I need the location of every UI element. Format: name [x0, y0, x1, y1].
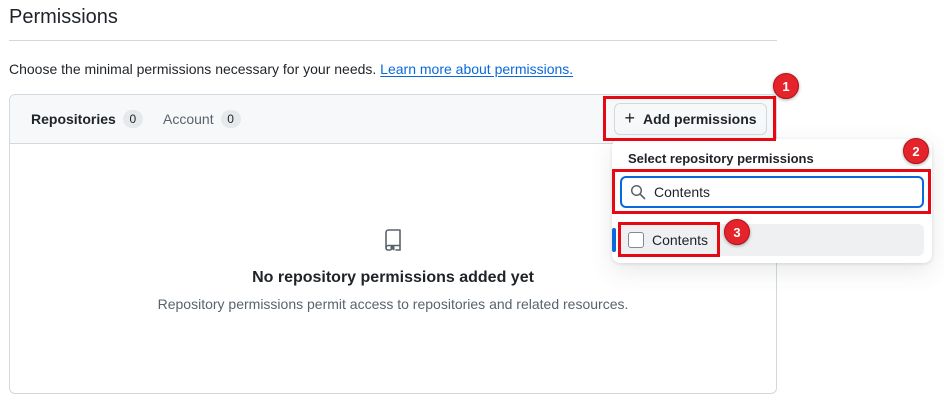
- panel-header: Repositories 0 Account 0 + Add permissio…: [10, 95, 776, 144]
- search-icon: [630, 184, 646, 200]
- badge-2: 2: [903, 138, 929, 164]
- tab-repositories-label: Repositories: [31, 111, 116, 127]
- title-divider: [9, 40, 777, 41]
- page-title: Permissions: [9, 6, 118, 28]
- badge-3: 3: [724, 219, 750, 245]
- empty-state-title: No repository permissions added yet: [252, 269, 534, 286]
- tab-repositories-counter: 0: [122, 110, 143, 128]
- permission-option-contents[interactable]: Contents: [612, 224, 924, 256]
- learn-more-link[interactable]: Learn more about permissions.: [380, 61, 573, 77]
- intro-paragraph: Choose the minimal permissions necessary…: [9, 61, 573, 77]
- tab-repositories[interactable]: Repositories 0: [31, 95, 143, 143]
- permission-option-label: Contents: [652, 232, 709, 248]
- tab-account-label: Account: [163, 111, 214, 127]
- repo-icon: [385, 229, 401, 251]
- contents-checkbox[interactable]: [628, 232, 644, 248]
- intro-text: Choose the minimal permissions necessary…: [9, 61, 377, 77]
- permission-search-field[interactable]: [620, 176, 924, 208]
- option-active-indicator: [612, 228, 616, 252]
- empty-state-description: Repository permissions permit access to …: [157, 296, 629, 312]
- plus-icon: +: [624, 108, 635, 128]
- tab-account-counter: 0: [220, 110, 241, 128]
- tab-account[interactable]: Account 0: [163, 95, 241, 143]
- badge-1: 1: [773, 73, 799, 99]
- add-permissions-label: Add permissions: [642, 111, 757, 127]
- permissions-dropdown: Select repository permissions Contents: [612, 139, 932, 263]
- permission-search-input[interactable]: [654, 184, 894, 200]
- add-permissions-button[interactable]: + Add permissions: [614, 103, 767, 135]
- dropdown-title: Select repository permissions: [628, 151, 814, 166]
